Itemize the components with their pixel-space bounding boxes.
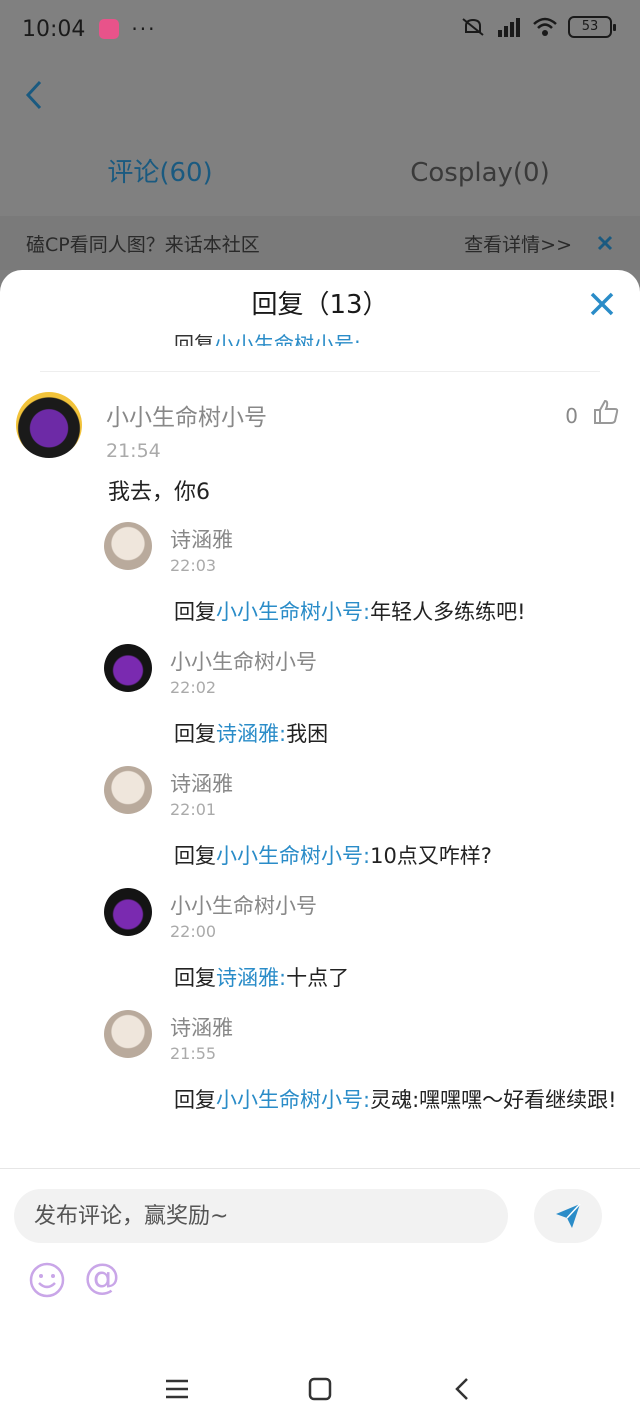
reply-time: 22:03 — [170, 556, 217, 575]
reply-prefix: 回复 — [174, 1088, 216, 1112]
reply-prefix: 回复 — [174, 844, 216, 868]
reply-mention[interactable]: 小小生命树小号: — [216, 1088, 370, 1112]
send-icon — [556, 1203, 581, 1228]
reply-time: 21:55 — [170, 1044, 217, 1063]
reply-mention[interactable]: 诗涵雅: — [216, 966, 286, 990]
system-nav-bar — [0, 1350, 640, 1428]
reply-text: 回复诗涵雅:我困 — [174, 718, 624, 750]
avatar[interactable] — [104, 522, 152, 570]
banner-close-icon[interactable] — [596, 234, 614, 252]
reply-author[interactable]: 诗涵雅 — [170, 1012, 233, 1042]
reply-body: 年轻人多练练吧! — [370, 600, 526, 624]
list-item: 小小生命树小号 22:00 回复诗涵雅:十点了 — [0, 888, 640, 1010]
back-arrow-icon[interactable] — [22, 78, 46, 112]
mention-icon[interactable]: @ — [84, 1257, 120, 1298]
emoji-icon[interactable] — [28, 1261, 66, 1299]
avatar[interactable] — [104, 766, 152, 814]
reply-text: 回复小小生命树小号:年轻人多练练吧! — [174, 596, 624, 628]
app-notification-icon — [99, 19, 120, 39]
reply-body: 我困 — [286, 722, 329, 746]
comment-author[interactable]: 小小生命树小号 — [106, 398, 267, 432]
reply-prefix: 回复 — [174, 600, 216, 624]
reply-mention[interactable]: 诗涵雅: — [216, 722, 286, 746]
banner-details-link[interactable]: 查看详情>> — [464, 230, 572, 257]
comment-input[interactable] — [14, 1189, 508, 1243]
reply-prefix: 回复 — [174, 966, 216, 990]
reply-author[interactable]: 小小生命树小号 — [170, 646, 317, 676]
menu-icon[interactable] — [164, 1376, 190, 1402]
partially-hidden-reply: 回复小小生命树小号: — [174, 324, 361, 346]
tab-bar: 评论(60) Cosplay(0) — [0, 130, 640, 216]
reply-text: 回复小小生命树小号:灵魂:嘿嘿嘿～好看继续跟! — [174, 1084, 624, 1116]
list-item: 小小生命树小号 22:02 回复诗涵雅:我困 — [0, 644, 640, 766]
reply-body: 10点又咋样? — [370, 844, 492, 868]
avatar[interactable] — [16, 392, 82, 458]
reply-body: 十点了 — [286, 966, 350, 990]
reply-mention[interactable]: 小小生命树小号: — [216, 844, 370, 868]
reply-time: 22:01 — [170, 800, 217, 819]
reply-prefix: 回复 — [174, 722, 216, 746]
reply-mention[interactable]: 小小生命树小号: — [214, 332, 361, 346]
wifi-icon — [533, 17, 557, 36]
mute-icon — [462, 18, 484, 36]
avatar[interactable] — [104, 1010, 152, 1058]
back-icon[interactable] — [450, 1376, 476, 1402]
reply-author[interactable]: 诗涵雅 — [170, 768, 233, 798]
banner-text: 磕CP看同人图？来话本社区 — [26, 233, 260, 256]
thumbs-up-icon[interactable] — [592, 398, 620, 426]
sheet-title: 回复（13） — [251, 290, 389, 320]
list-item: 诗涵雅 21:55 回复小小生命树小号:灵魂:嘿嘿嘿～好看继续跟! — [0, 1010, 640, 1132]
comment-composer: @ — [0, 1168, 640, 1350]
status-dots: ··· — [131, 17, 157, 41]
like-count: 0 — [565, 404, 578, 428]
divider — [40, 371, 600, 372]
reply-list: 诗涵雅 22:03 回复小小生命树小号:年轻人多练练吧! 小小生命树小号 22:… — [0, 522, 640, 1132]
tab-cosplay[interactable]: Cosplay(0) — [320, 130, 640, 216]
tab-comments[interactable]: 评论(60) — [0, 130, 320, 216]
reply-author[interactable]: 小小生命树小号 — [170, 890, 317, 920]
status-time: 10:04 — [22, 16, 86, 42]
reply-time: 22:00 — [170, 922, 217, 941]
list-item: 诗涵雅 22:03 回复小小生命树小号:年轻人多练练吧! — [0, 522, 640, 644]
reply-text: 回复诗涵雅:十点了 — [174, 962, 624, 994]
signal-icon — [498, 18, 520, 37]
reply-author[interactable]: 诗涵雅 — [170, 524, 233, 554]
send-button[interactable] — [534, 1189, 602, 1243]
avatar[interactable] — [104, 644, 152, 692]
battery-icon: 53 — [568, 16, 616, 38]
avatar[interactable] — [104, 888, 152, 936]
status-bar: 10:04 ··· 53 — [0, 0, 640, 58]
reply-time: 22:02 — [170, 678, 217, 697]
list-item: 诗涵雅 22:01 回复小小生命树小号:10点又咋样? — [0, 766, 640, 888]
promo-banner: 磕CP看同人图？来话本社区 查看详情>> — [0, 216, 640, 270]
status-icons: 53 — [460, 16, 616, 38]
home-icon[interactable] — [307, 1376, 333, 1402]
reply-mention[interactable]: 小小生命树小号: — [216, 600, 370, 624]
top-bar — [0, 58, 640, 130]
close-icon[interactable] — [588, 290, 616, 318]
comment-time: 21:54 — [106, 440, 161, 462]
comment-text: 我去，你6 — [108, 480, 210, 505]
reply-body: 灵魂:嘿嘿嘿～好看继续跟! — [370, 1088, 617, 1112]
reply-prefix: 回复 — [174, 332, 214, 346]
reply-text: 回复小小生命树小号:10点又咋样? — [174, 840, 624, 872]
